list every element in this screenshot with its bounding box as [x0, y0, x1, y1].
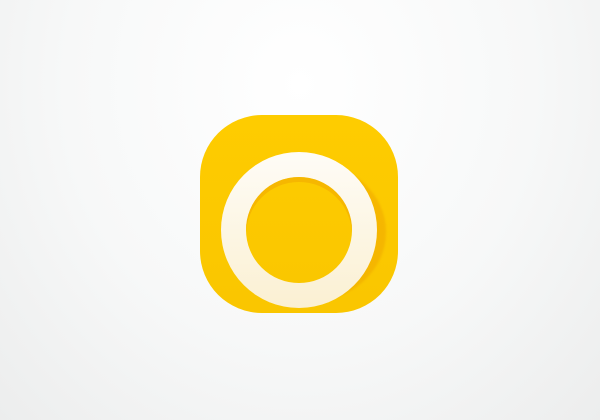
background [0, 0, 600, 420]
ring-icon [221, 152, 377, 308]
app-icon[interactable] [200, 115, 398, 313]
ring-center [246, 177, 352, 283]
